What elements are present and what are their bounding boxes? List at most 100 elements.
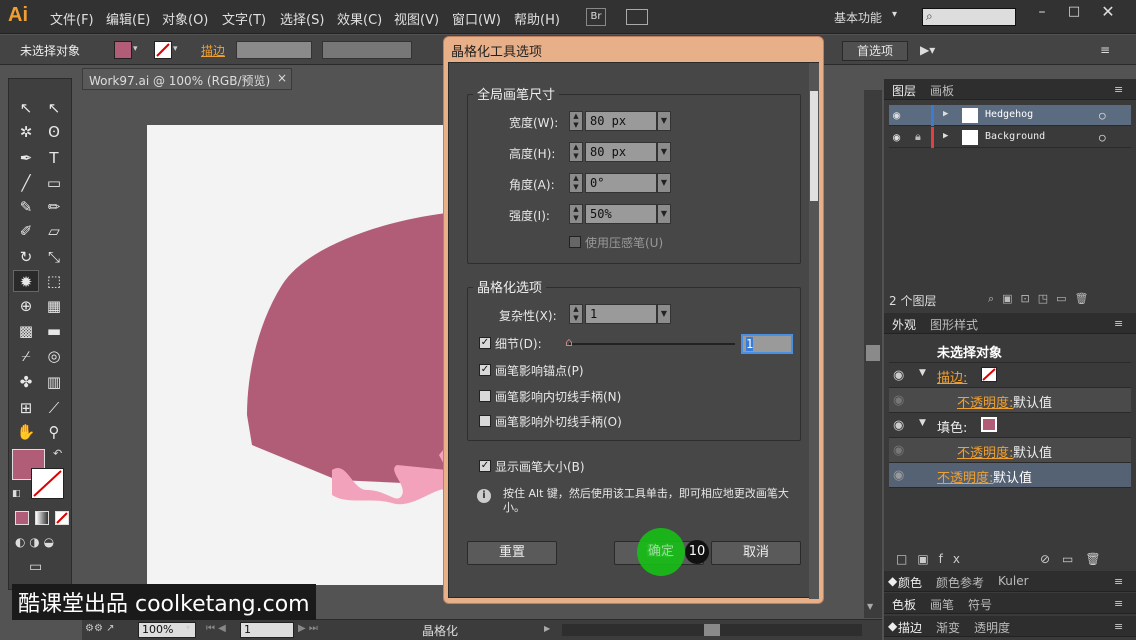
visibility-eye-icon[interactable]: ◉ bbox=[893, 468, 904, 483]
magic-wand-tool-icon[interactable]: ✲ bbox=[15, 121, 37, 143]
minimize-icon[interactable]: – bbox=[1030, 4, 1054, 20]
target-icon[interactable]: ○ bbox=[1099, 109, 1106, 122]
scroll-down-icon[interactable]: ▼ bbox=[867, 602, 873, 611]
preferences-button[interactable]: 首选项 bbox=[842, 41, 908, 61]
angle-input[interactable]: 0° bbox=[585, 173, 657, 193]
expand-arrow-icon[interactable]: ▶ bbox=[943, 131, 948, 141]
eyedropper-tool-icon[interactable]: ⌿ bbox=[15, 345, 37, 367]
stroke-swatch[interactable] bbox=[981, 367, 997, 382]
eraser-tool-icon[interactable]: ▱ bbox=[43, 220, 65, 242]
menu-file[interactable]: 文件(F) bbox=[50, 9, 94, 28]
complexity-spinner[interactable]: ▲ ▼ bbox=[569, 304, 583, 324]
fill-dropdown-icon[interactable]: ▾ bbox=[133, 44, 138, 54]
complexity-dropdown-icon[interactable]: ▼ bbox=[657, 304, 671, 324]
cancel-button[interactable]: 取消 bbox=[711, 541, 801, 565]
direct-selection-tool-icon[interactable]: ↖ bbox=[43, 97, 65, 119]
lock-icon[interactable]: 🔒︎ bbox=[915, 130, 921, 144]
vertical-scrollbar[interactable]: ▼ bbox=[864, 90, 882, 618]
close-tab-icon[interactable]: × bbox=[277, 71, 287, 85]
column-graph-tool-icon[interactable]: ▥ bbox=[43, 371, 65, 393]
detail-slider-thumb[interactable]: ⌂ bbox=[565, 335, 573, 349]
pencil-tool-icon[interactable]: ✏ bbox=[43, 196, 65, 218]
hedgehog-artwork[interactable] bbox=[147, 125, 447, 585]
status-menu-icon[interactable]: ▶ bbox=[544, 624, 550, 633]
color-mode-icon[interactable] bbox=[15, 511, 29, 525]
mesh-tool-icon[interactable]: ▩ bbox=[15, 320, 37, 342]
stroke-weight-field[interactable] bbox=[236, 41, 312, 59]
layer-row-background[interactable]: ◉ 🔒︎ ▶ Background ○ bbox=[889, 127, 1131, 148]
brush-affects-anchor-checkbox[interactable]: ✓ bbox=[479, 364, 491, 376]
close-icon[interactable]: ✕ bbox=[1094, 2, 1122, 21]
appearance-delete-icons[interactable]: ⊘▭🗑︎ bbox=[1040, 552, 1113, 566]
layer-row-hedgehog[interactable]: ◉ ▶ Hedgehog ○ bbox=[889, 105, 1131, 126]
intensity-dropdown-icon[interactable]: ▼ bbox=[657, 204, 671, 224]
reset-button[interactable]: 重置 bbox=[467, 541, 557, 565]
menu-window[interactable]: 窗口(W) bbox=[452, 9, 501, 28]
opacity-link[interactable]: 不透明度: bbox=[937, 467, 993, 486]
variable-width-dropdown[interactable] bbox=[322, 41, 412, 59]
hscroll-thumb[interactable] bbox=[704, 624, 720, 636]
opacity-link[interactable]: 不透明度: bbox=[957, 442, 1013, 461]
appearance-stroke-opacity-row[interactable]: ◉ 不透明度: 默认值 bbox=[889, 388, 1131, 413]
show-brush-size-checkbox[interactable]: ✓ bbox=[479, 460, 491, 472]
brush-affects-out-checkbox[interactable] bbox=[479, 415, 491, 427]
crystallize-tool-icon[interactable]: ✹ bbox=[13, 270, 39, 292]
menu-type[interactable]: 文字(T) bbox=[222, 9, 266, 28]
height-input[interactable]: 80 px bbox=[585, 142, 657, 162]
stroke-swatch[interactable] bbox=[154, 41, 172, 59]
layer-name[interactable]: Hedgehog bbox=[985, 109, 1033, 120]
line-tool-icon[interactable]: ╱ bbox=[15, 172, 37, 194]
tab-symbols[interactable]: 符号 bbox=[968, 596, 992, 613]
menu-help[interactable]: 帮助(H) bbox=[514, 9, 560, 28]
opacity-link[interactable]: 不透明度: bbox=[957, 392, 1013, 411]
collapse-arrow-icon[interactable]: ▼ bbox=[919, 418, 926, 428]
scroll-thumb[interactable] bbox=[866, 345, 880, 361]
use-pressure-checkbox[interactable] bbox=[569, 236, 581, 248]
stroke-attribute-link[interactable]: 描边: bbox=[937, 367, 967, 386]
appearance-fill-opacity-row[interactable]: ◉ 不透明度: 默认值 bbox=[889, 438, 1131, 463]
lasso-tool-icon[interactable]: ʘ bbox=[43, 121, 65, 143]
layer-action-icons[interactable]: ⌕▣⊡◳▭🗑︎ bbox=[988, 292, 1097, 306]
width-input[interactable]: 80 px bbox=[585, 111, 657, 131]
document-tab[interactable]: Work97.ai @ 100% (RGB/预览) × bbox=[82, 68, 292, 90]
artboard[interactable] bbox=[147, 125, 447, 585]
angle-dropdown-icon[interactable]: ▼ bbox=[657, 173, 671, 193]
stroke-panel-menu-icon[interactable]: ≡ bbox=[1114, 620, 1123, 633]
collapse-arrow-icon[interactable]: ▼ bbox=[919, 368, 926, 378]
tab-artboards[interactable]: 画板 bbox=[930, 82, 954, 99]
menu-object[interactable]: 对象(O) bbox=[162, 9, 208, 28]
target-icon[interactable]: ○ bbox=[1099, 131, 1106, 144]
panel-menu-icon[interactable]: ≡ bbox=[1100, 43, 1110, 57]
fill-swatch[interactable] bbox=[981, 417, 997, 432]
scale-tool-icon[interactable]: ⤡ bbox=[43, 246, 65, 268]
tab-kuler[interactable]: Kuler bbox=[998, 574, 1029, 588]
visibility-eye-icon[interactable]: ◉ bbox=[893, 393, 904, 408]
paintbrush-tool-icon[interactable]: ✎ bbox=[15, 196, 37, 218]
swap-colors-icon[interactable]: ↶ bbox=[53, 447, 62, 460]
appearance-panel-menu-icon[interactable]: ≡ bbox=[1114, 317, 1123, 330]
tab-swatches[interactable]: 色板 bbox=[892, 596, 916, 613]
hand-tool-icon[interactable]: ✋ bbox=[15, 421, 37, 443]
menu-edit[interactable]: 编辑(E) bbox=[106, 9, 150, 28]
status-icons[interactable]: ⚙⚙ ↗ bbox=[85, 623, 115, 634]
type-tool-icon[interactable]: T bbox=[43, 147, 65, 169]
workspace-arrow[interactable]: ▾ bbox=[892, 9, 897, 20]
width-dropdown-icon[interactable]: ▼ bbox=[657, 111, 671, 131]
rotate-tool-icon[interactable]: ↻ bbox=[15, 246, 37, 268]
next-artboard-icon[interactable]: ▶ ⏭ bbox=[298, 623, 318, 634]
free-transform-tool-icon[interactable]: ⬚ bbox=[43, 270, 65, 292]
bridge-button[interactable]: Br bbox=[586, 8, 606, 26]
shape-builder-tool-icon[interactable]: ⊕ bbox=[15, 295, 37, 317]
tab-brushes[interactable]: 画笔 bbox=[930, 596, 954, 613]
blend-tool-icon[interactable]: ◎ bbox=[43, 345, 65, 367]
gradient-tool-icon[interactable]: ▬ bbox=[43, 320, 65, 342]
detail-slider-track[interactable] bbox=[569, 343, 735, 345]
first-artboard-icon[interactable]: ⏮ ◀ bbox=[206, 623, 226, 634]
tab-color-guide[interactable]: 颜色参考 bbox=[936, 574, 984, 591]
menu-view[interactable]: 视图(V) bbox=[394, 9, 439, 28]
tab-transparency[interactable]: 透明度 bbox=[974, 619, 1010, 636]
brush-affects-in-checkbox[interactable] bbox=[479, 390, 491, 402]
expand-arrow-icon[interactable]: ▶ bbox=[943, 109, 948, 119]
visibility-eye-icon[interactable]: ◉ bbox=[893, 130, 900, 144]
menu-select[interactable]: 选择(S) bbox=[280, 9, 324, 28]
